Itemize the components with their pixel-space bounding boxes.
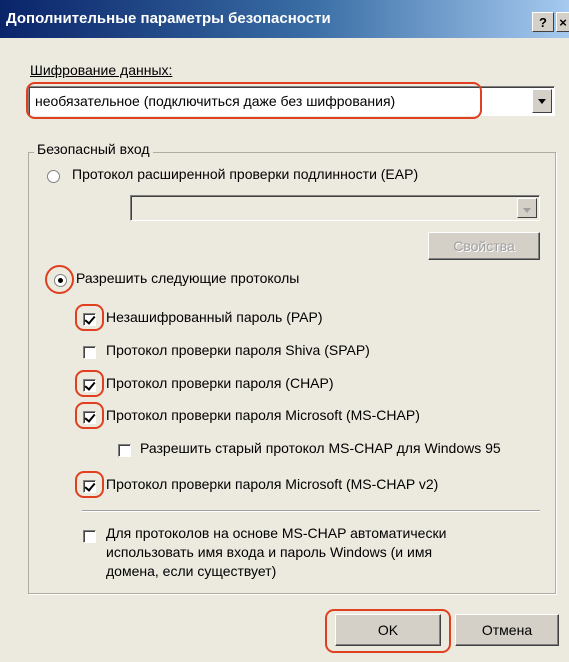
pap-checkbox[interactable] [83,313,96,326]
encryption-select[interactable]: необязательное (подключиться даже без ши… [28,86,555,116]
mschap-v2-label: Протокол проверки пароля Microsoft (MS-C… [106,476,439,492]
allow-protocols-label: Разрешить следующие протоколы [76,270,300,286]
spap-checkbox[interactable] [83,346,96,359]
properties-button: Свойства [428,232,540,260]
security-settings-dialog: Дополнительные параметры безопасности ? … [0,0,569,662]
mschap-label: Протокол проверки пароля Microsoft (MS-C… [106,407,420,423]
auto-windows-logon-checkbox[interactable] [83,530,96,543]
chap-label: Протокол проверки пароля (CHAP) [106,375,334,391]
mschap-v2-checkbox[interactable] [83,480,96,493]
pap-label: Незашифрованный пароль (PAP) [106,309,323,325]
mschap-win95-checkbox[interactable] [118,444,131,457]
chap-checkbox[interactable] [83,379,96,392]
mschap-win95-label: Разрешить старый протокол MS-CHAP для Wi… [140,440,501,456]
auto-windows-logon-line2: использовать имя входа и пароль Windows … [106,544,433,560]
allow-protocols-radio[interactable] [54,274,67,287]
ok-button[interactable]: OK [335,614,441,646]
eap-radio[interactable] [47,170,60,183]
cancel-button[interactable]: Отмена [455,614,559,646]
auto-windows-logon-line1: Для протоколов на основе MS-CHAP автомат… [106,525,447,541]
auto-windows-logon-label: Для протоколов на основе MS-CHAP автомат… [106,524,446,581]
spap-label: Протокол проверки пароля Shiva (SPAP) [106,342,370,358]
close-icon: × [559,15,567,30]
encryption-select-value: необязательное (подключиться даже без ши… [35,93,396,109]
help-button[interactable]: ? [532,12,554,32]
encryption-label: Шифрование данных: [30,62,173,78]
secure-logon-group-title: Безопасный вход [34,141,153,157]
eap-label: Протокол расширенной проверки подлинност… [72,166,419,182]
mschap-checkbox[interactable] [83,411,96,424]
title-bar: Дополнительные параметры безопасности ? … [0,0,569,38]
separator [82,510,540,512]
encryption-dropdown-arrow[interactable] [532,89,552,113]
eap-select [130,195,540,221]
dialog-title: Дополнительные параметры безопасности [6,10,331,27]
eap-dropdown-arrow [517,198,537,218]
auto-windows-logon-line3: домена, если существует) [106,563,277,579]
close-button[interactable]: × [556,12,569,32]
